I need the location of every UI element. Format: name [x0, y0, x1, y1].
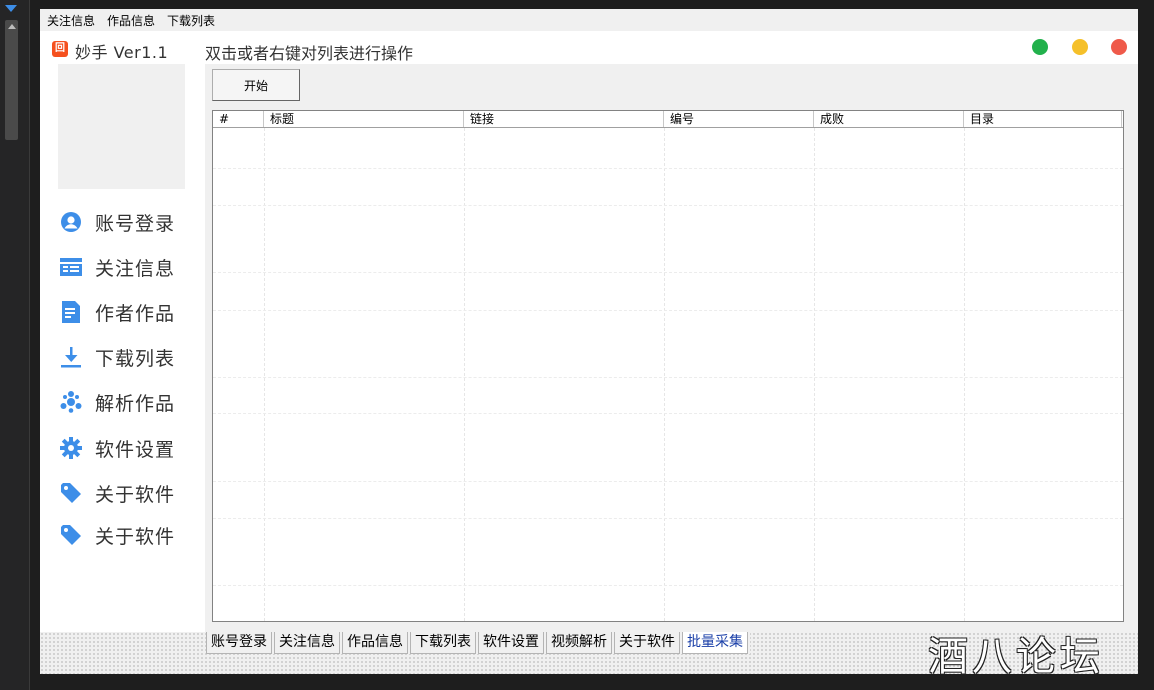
app-title: 妙手 Ver1.1 — [75, 43, 169, 62]
main-panel: 开始 # 标题 链接 编号 成败 目录 — [205, 64, 1138, 632]
minimize-button[interactable] — [1072, 39, 1088, 55]
screen: 关注信息 作品信息 下载列表 回 妙手 Ver1.1 双击或者右键对列表进行操作… — [0, 0, 1154, 690]
tab-works-info[interactable]: 作品信息 — [342, 632, 408, 654]
sidebar-item-label: 关注信息 — [95, 257, 176, 280]
sidebar-item-label: 软件设置 — [95, 438, 176, 461]
sidebar-item-follow-info[interactable]: 关注信息 — [58, 252, 175, 282]
sidebar-item-author-works[interactable]: 作者作品 — [58, 297, 175, 327]
tab-video-parse[interactable]: 视频解析 — [546, 632, 612, 654]
grid-line — [213, 272, 1123, 273]
grid-line — [664, 128, 665, 621]
column-header-index[interactable]: # — [213, 111, 264, 127]
grid-line — [213, 481, 1123, 482]
grid-line — [213, 518, 1123, 519]
tab-batch-collect[interactable]: 批量采集 — [682, 632, 748, 654]
app-logo-icon: 回 — [52, 41, 68, 57]
sidebar-item-about[interactable]: 关于软件 — [58, 478, 175, 508]
sidebar-item-account-login[interactable]: 账号登录 — [58, 207, 175, 237]
ide-side-strip — [0, 0, 30, 690]
scroll-up-icon[interactable] — [8, 24, 16, 29]
grid-line — [814, 128, 815, 621]
user-circle-icon — [58, 209, 84, 235]
sidebar-item-label: 关于软件 — [95, 483, 176, 506]
watermark-text: 酒八论坛 — [928, 634, 1104, 680]
menu-item-follow[interactable]: 关注信息 — [40, 12, 100, 29]
sidebar-item-label: 解析作品 — [95, 392, 176, 415]
download-icon — [58, 344, 84, 370]
start-button[interactable]: 开始 — [212, 69, 300, 101]
results-table[interactable]: # 标题 链接 编号 成败 目录 — [212, 110, 1124, 622]
sidebar-item-label: 关于软件 — [95, 525, 176, 548]
grid-line — [213, 205, 1123, 206]
sidebar-item-download-list[interactable]: 下载列表 — [58, 342, 175, 372]
column-header-title[interactable]: 标题 — [264, 111, 464, 127]
tab-strip: 账号登录 关注信息 作品信息 下载列表 软件设置 视频解析 关于软件 批量采集 — [206, 632, 750, 654]
menu-bar: 关注信息 作品信息 下载列表 — [40, 9, 1138, 31]
list-card-icon — [58, 254, 84, 280]
sidebar-item-label: 账号登录 — [95, 212, 176, 235]
menu-item-works[interactable]: 作品信息 — [100, 12, 160, 29]
sidebar-item-settings[interactable]: 软件设置 — [58, 433, 175, 463]
grid-line — [213, 168, 1123, 169]
grid-line — [213, 310, 1123, 311]
grid-line — [264, 128, 265, 621]
grid-line — [213, 413, 1123, 414]
tab-account-login[interactable]: 账号登录 — [206, 632, 272, 654]
bottom-tab-bar: 账号登录 关注信息 作品信息 下载列表 软件设置 视频解析 关于软件 批量采集 … — [40, 632, 1138, 680]
grid-line — [964, 128, 965, 621]
avatar-placeholder — [58, 64, 185, 189]
sidebar-item-label: 下载列表 — [95, 347, 176, 370]
column-header-link[interactable]: 链接 — [464, 111, 664, 127]
app-window: 关注信息 作品信息 下载列表 回 妙手 Ver1.1 双击或者右键对列表进行操作… — [40, 9, 1138, 680]
tab-about[interactable]: 关于软件 — [614, 632, 680, 654]
close-button[interactable] — [1111, 39, 1127, 55]
column-header-result[interactable]: 成败 — [814, 111, 964, 127]
grid-line — [213, 585, 1123, 586]
column-header-directory[interactable]: 目录 — [964, 111, 1122, 127]
tab-settings[interactable]: 软件设置 — [478, 632, 544, 654]
tag-icon — [58, 522, 84, 548]
menu-item-downloads[interactable]: 下载列表 — [160, 12, 220, 29]
sidebar-item-parse-works[interactable]: 解析作品 — [58, 387, 175, 417]
table-header: # 标题 链接 编号 成败 目录 — [213, 111, 1123, 128]
tag-icon — [58, 480, 84, 506]
tab-follow-info[interactable]: 关注信息 — [274, 632, 340, 654]
dropdown-arrow-icon[interactable] — [5, 5, 17, 12]
maximize-button[interactable] — [1032, 39, 1048, 55]
grid-line — [213, 377, 1123, 378]
sidebar-item-label: 作者作品 — [95, 302, 176, 325]
sidebar-item-about-2[interactable]: 关于软件 — [58, 520, 175, 550]
tab-download-list[interactable]: 下载列表 — [410, 632, 476, 654]
share-nodes-icon — [58, 389, 84, 415]
column-header-number[interactable]: 编号 — [664, 111, 814, 127]
gear-icon — [58, 435, 84, 461]
hint-text: 双击或者右键对列表进行操作 — [205, 44, 414, 63]
document-icon — [58, 299, 84, 325]
grid-line — [464, 128, 465, 621]
vertical-scrollbar[interactable] — [5, 20, 18, 140]
